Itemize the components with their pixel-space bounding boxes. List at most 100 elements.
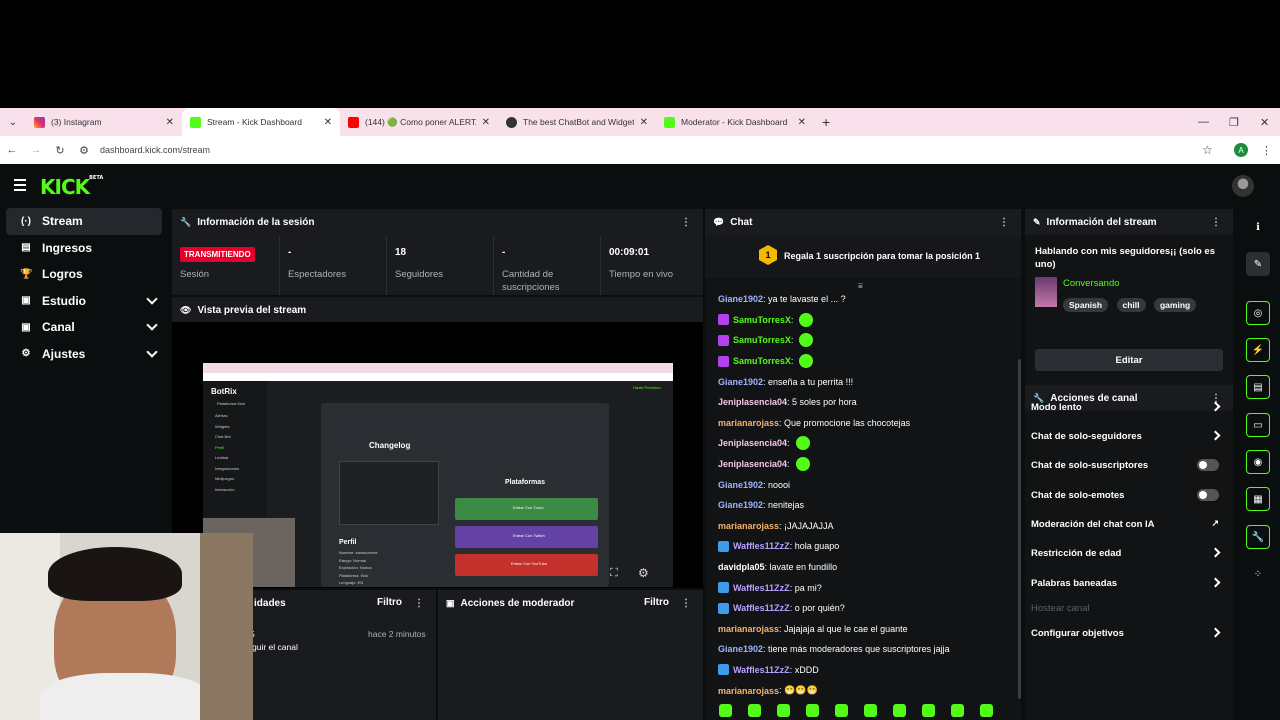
chat-username[interactable]: Waffles11ZzZ (733, 541, 790, 551)
emote-icon[interactable] (864, 704, 877, 717)
filter-button[interactable]: Filtro (377, 597, 402, 608)
more-options-icon[interactable]: ⋮ (681, 598, 691, 609)
edit-icon[interactable]: ✎ (1246, 252, 1270, 276)
chat-username[interactable]: marianarojass (718, 521, 779, 531)
chat-username[interactable]: marianarojass (718, 418, 779, 428)
chat-username[interactable]: Waffles11ZzZ (733, 583, 790, 593)
sidebar-item-ingresos[interactable]: ▤ Ingresos (6, 235, 162, 262)
close-icon[interactable]: ✕ (640, 117, 648, 128)
broadcast-icon: (·) (21, 215, 31, 227)
tab-youtube[interactable]: (144) 🟢 Como poner ALERTAS ✕ (340, 108, 498, 136)
chat-username[interactable]: Giane1902 (718, 377, 763, 387)
user-avatar[interactable] (1232, 175, 1254, 197)
chat-text: : (790, 335, 794, 346)
more-options-icon[interactable]: ⋮ (681, 217, 691, 228)
close-icon[interactable]: ✕ (798, 117, 806, 128)
filter-button[interactable]: Filtro (644, 597, 669, 608)
chat-text: : (787, 459, 790, 470)
channel-action-row[interactable]: Chat de solo-seguidores (1031, 426, 1223, 446)
chat-username[interactable]: marianarojass (718, 686, 779, 696)
document-icon[interactable]: ▤ (1246, 375, 1270, 399)
reload-icon[interactable]: ↻ (48, 144, 72, 157)
emote-icon[interactable] (893, 704, 906, 717)
tab-kick-moderator[interactable]: Moderator - Kick Dashboard ✕ (656, 108, 814, 136)
emote-icon[interactable] (748, 704, 761, 717)
tab-search-chevron-icon[interactable]: ⌄ (0, 108, 26, 136)
url-field[interactable]: dashboard.kick.com/stream (100, 145, 210, 155)
emote-icon[interactable] (951, 704, 964, 717)
back-icon[interactable]: ← (0, 144, 24, 156)
forward-icon[interactable]: → (24, 144, 48, 156)
chat-username[interactable]: SamuTorresX (733, 356, 791, 366)
layout-icon[interactable]: ▦ (1246, 487, 1270, 511)
more-options-icon[interactable]: ⋮ (999, 217, 1009, 228)
bookmark-star-icon[interactable]: ☆ (1202, 143, 1213, 157)
close-icon[interactable]: ✕ (166, 117, 174, 128)
chat-text: : Jajajaja al que le cae el guante (779, 623, 908, 634)
chat-username[interactable]: marianarojass (718, 624, 779, 634)
chat-username[interactable]: Jeniplasencia04 (718, 438, 787, 448)
pinned-gift-banner[interactable]: 1 Regala 1 suscripción para tomar la pos… (705, 235, 1021, 278)
emote-icon[interactable] (806, 704, 819, 717)
chat-scrollbar[interactable] (1018, 359, 1021, 699)
emote-icon[interactable] (777, 704, 790, 717)
more-options-icon[interactable]: ⋮ (1211, 217, 1221, 228)
info-icon[interactable]: ℹ (1246, 215, 1270, 239)
settings-gear-icon[interactable]: ⚙ (638, 566, 649, 580)
sidebar-item-estudio[interactable]: ▣ Estudio (6, 288, 162, 315)
chat-username[interactable]: Waffles11ZzZ (733, 665, 790, 675)
tab-instagram[interactable]: (3) Instagram ✕ (26, 108, 182, 136)
close-icon[interactable]: ✕ (482, 117, 490, 128)
site-info-icon[interactable]: ⚙ (72, 144, 96, 157)
sidebar-item-stream[interactable]: (·) Stream (6, 208, 162, 235)
chat-username[interactable]: Giane1902 (718, 644, 763, 654)
channel-action-row[interactable]: Configurar objetivos (1031, 623, 1223, 643)
category-name[interactable]: Conversando (1063, 278, 1120, 289)
close-icon[interactable]: ✕ (324, 117, 332, 128)
toggle-switch[interactable] (1197, 459, 1219, 471)
minimize-icon[interactable]: — (1198, 108, 1209, 136)
profile-avatar[interactable]: A (1234, 143, 1248, 157)
channel-action-row[interactable]: Moderación del chat con IA ↗ (1031, 514, 1223, 534)
lightning-icon[interactable]: ⚡ (1246, 338, 1270, 362)
tab-botrix[interactable]: The best ChatBot and Widgets ✕ (498, 108, 656, 136)
target-icon[interactable]: ◎ (1246, 301, 1270, 325)
chat-username[interactable]: Giane1902 (718, 294, 763, 304)
webcam-shirt (40, 673, 210, 720)
chat-username[interactable]: davidpla05 (718, 562, 765, 572)
sidebar-item-logros[interactable]: 🏆 Logros (6, 261, 162, 288)
nodes-icon[interactable]: ⁘ (1246, 562, 1270, 586)
chat-username[interactable]: Giane1902 (718, 480, 763, 490)
emote-icon[interactable] (922, 704, 935, 717)
tools-icon[interactable]: 🔧 (1246, 525, 1270, 549)
chat-username[interactable]: SamuTorresX (733, 335, 791, 345)
chat-icon[interactable]: ▭ (1246, 413, 1270, 437)
browser-menu-icon[interactable]: ⋮ (1261, 144, 1272, 157)
fullscreen-icon[interactable]: ⛶ (610, 567, 618, 580)
kick-logo[interactable]: KICKBETA (40, 175, 103, 199)
emote-icon[interactable] (719, 704, 732, 717)
channel-action-row[interactable]: Chat de solo-suscriptores (1031, 455, 1223, 475)
emote-icon[interactable] (835, 704, 848, 717)
restore-icon[interactable]: ❐ (1229, 108, 1239, 136)
sidebar-item-ajustes[interactable]: ⚙ Ajustes (6, 341, 162, 368)
chat-username[interactable]: Giane1902 (718, 500, 763, 510)
chat-username[interactable]: Waffles11ZzZ (733, 603, 790, 613)
sidebar-item-canal[interactable]: ▣ Canal (6, 314, 162, 341)
new-tab-button[interactable]: + (814, 108, 838, 136)
close-window-icon[interactable]: ✕ (1260, 108, 1269, 136)
broadcast-icon[interactable]: ◉ (1246, 450, 1270, 474)
more-options-icon[interactable]: ⋮ (414, 598, 424, 609)
channel-action-row[interactable]: Chat de solo-emotes (1031, 485, 1223, 505)
hamburger-menu-icon[interactable] (14, 179, 26, 191)
emote-icon[interactable] (980, 704, 993, 717)
chat-username[interactable]: Jeniplasencia04 (718, 397, 787, 407)
chat-username[interactable]: Jeniplasencia04 (718, 459, 787, 469)
edit-button[interactable]: Editar (1035, 349, 1223, 371)
channel-action-row[interactable]: Modo lento (1031, 397, 1223, 417)
toggle-switch[interactable] (1197, 489, 1219, 501)
channel-action-row[interactable]: Restricción de edad (1031, 543, 1223, 563)
channel-action-row[interactable]: Palabras baneadas (1031, 573, 1223, 593)
tab-kick-stream[interactable]: Stream - Kick Dashboard ✕ (182, 108, 340, 136)
chat-username[interactable]: SamuTorresX (733, 315, 791, 325)
